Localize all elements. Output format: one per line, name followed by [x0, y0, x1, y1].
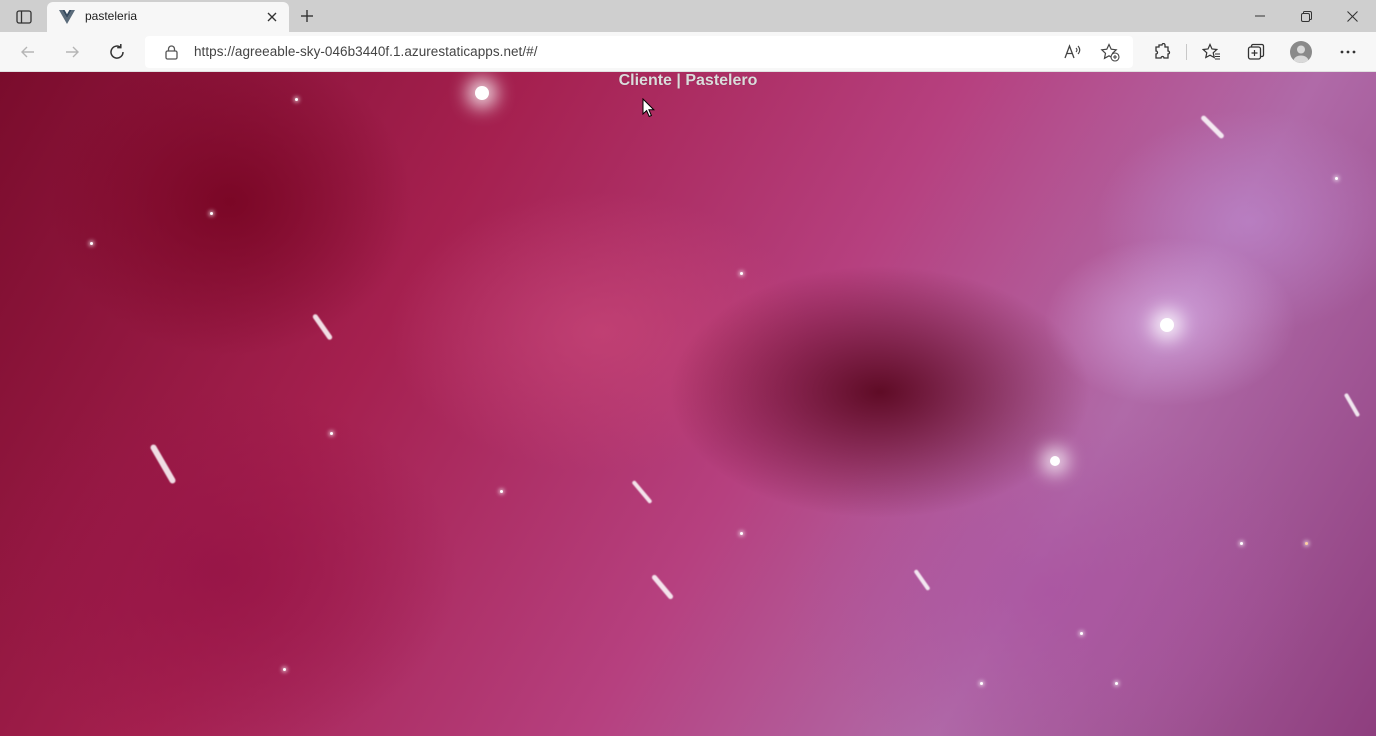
- star: [330, 432, 333, 435]
- close-icon: [1346, 10, 1358, 22]
- light-streak: [311, 313, 334, 341]
- restore-icon: [1300, 10, 1312, 22]
- add-favorite-button[interactable]: [1099, 41, 1121, 63]
- favorites-button[interactable]: [1199, 40, 1223, 64]
- toolbar-divider: [1186, 44, 1187, 60]
- minimize-icon: [1255, 15, 1265, 17]
- nav-separator: |: [676, 72, 681, 89]
- star: [980, 682, 983, 685]
- light-streak: [1343, 392, 1361, 418]
- forward-button[interactable]: [58, 38, 86, 66]
- star: [1305, 542, 1308, 545]
- star: [1080, 632, 1083, 635]
- restore-button[interactable]: [1283, 0, 1329, 32]
- star: [283, 668, 286, 671]
- new-tab-button[interactable]: [296, 5, 318, 27]
- browser-window: pasteleria https://agreeable-sky-046b344…: [0, 0, 1376, 736]
- star: [500, 490, 503, 493]
- star-flare: [1160, 318, 1174, 332]
- extensions-button[interactable]: [1150, 40, 1174, 64]
- tab-close-button[interactable]: [263, 8, 281, 26]
- refresh-icon: [110, 44, 124, 59]
- add-favorite-icon: [1100, 42, 1120, 62]
- nav-link-cliente[interactable]: Cliente: [619, 72, 672, 89]
- read-aloud-icon: [1064, 44, 1081, 59]
- star-flare: [1050, 456, 1060, 466]
- top-nav: Cliente | Pastelero: [0, 72, 1376, 90]
- light-streak: [650, 573, 675, 601]
- refresh-button[interactable]: [103, 38, 131, 66]
- back-arrow-icon: [21, 46, 34, 58]
- star: [1240, 542, 1243, 545]
- address-bar[interactable]: https://agreeable-sky-046b3440f.1.azures…: [145, 36, 1133, 68]
- light-streak: [1200, 114, 1225, 140]
- lock-icon[interactable]: [163, 44, 179, 60]
- collections-icon: [1247, 43, 1265, 60]
- more-icon: [1340, 50, 1356, 54]
- tab-actions-button[interactable]: [10, 6, 38, 28]
- light-streak: [631, 479, 653, 505]
- mouse-cursor-icon: [642, 98, 656, 118]
- collections-button[interactable]: [1244, 40, 1268, 64]
- star: [740, 272, 743, 275]
- close-icon: [267, 12, 277, 22]
- profile-avatar[interactable]: [1290, 41, 1312, 63]
- browser-tab[interactable]: pasteleria: [47, 2, 289, 32]
- nav-link-pastelero[interactable]: Pastelero: [685, 72, 757, 89]
- star: [740, 532, 743, 535]
- back-button[interactable]: [14, 38, 42, 66]
- browser-toolbar: https://agreeable-sky-046b3440f.1.azures…: [0, 32, 1376, 72]
- star: [210, 212, 213, 215]
- url-text[interactable]: https://agreeable-sky-046b3440f.1.azures…: [194, 44, 538, 59]
- star: [295, 98, 298, 101]
- favorites-icon: [1201, 43, 1220, 60]
- page-viewport: Cliente | Pastelero: [0, 72, 1376, 736]
- extensions-icon: [1155, 43, 1171, 59]
- read-aloud-button[interactable]: [1062, 41, 1084, 63]
- minimize-button[interactable]: [1237, 0, 1283, 32]
- forward-arrow-icon: [66, 46, 79, 58]
- settings-more-button[interactable]: [1336, 40, 1360, 64]
- tab-actions-icon: [16, 10, 32, 24]
- tab-strip: pasteleria: [0, 0, 1376, 32]
- light-streak: [149, 443, 177, 485]
- vue-logo-icon: [59, 9, 75, 25]
- star: [1115, 682, 1118, 685]
- tab-title: pasteleria: [85, 9, 138, 23]
- plus-icon: [301, 10, 313, 22]
- star: [1335, 177, 1338, 180]
- star: [90, 242, 93, 245]
- light-streak: [913, 569, 931, 591]
- close-window-button[interactable]: [1329, 0, 1375, 32]
